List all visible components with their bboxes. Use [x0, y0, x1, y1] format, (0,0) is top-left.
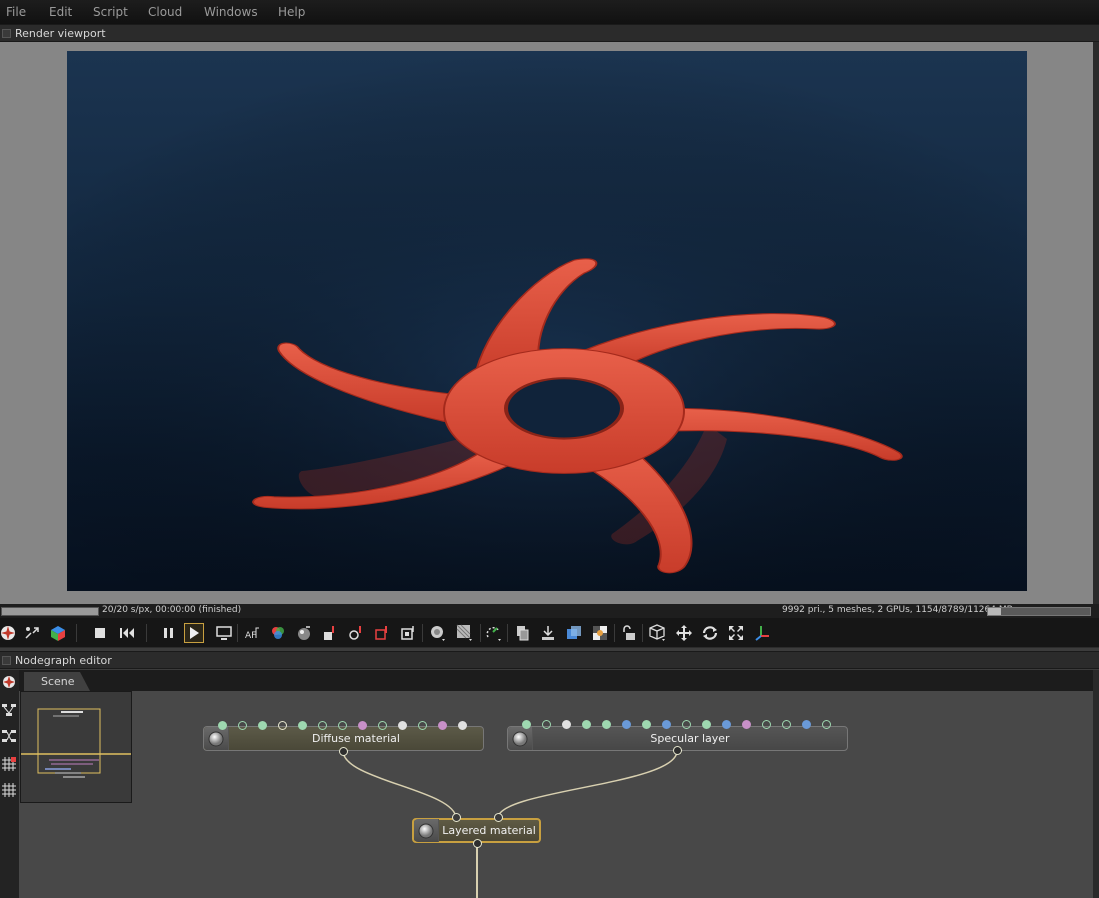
input-pin[interactable]	[562, 720, 571, 729]
input-pin[interactable]	[338, 721, 347, 730]
input-pin[interactable]	[238, 721, 247, 730]
input-pin[interactable]	[418, 721, 427, 730]
input-pin[interactable]	[682, 720, 691, 729]
output-pin[interactable]	[673, 746, 682, 755]
input-pin[interactable]	[458, 721, 467, 730]
input-pin[interactable]	[452, 813, 461, 822]
input-pin[interactable]	[662, 720, 671, 729]
material-sphere-icon	[414, 819, 439, 842]
input-pin[interactable]	[542, 720, 551, 729]
input-pin[interactable]	[742, 720, 751, 729]
input-pin[interactable]	[298, 721, 307, 730]
input-pin[interactable]	[494, 813, 503, 822]
input-pin[interactable]	[802, 720, 811, 729]
input-pin[interactable]	[822, 720, 831, 729]
input-pin[interactable]	[522, 720, 531, 729]
material-sphere-icon	[204, 727, 229, 750]
input-pin[interactable]	[602, 720, 611, 729]
input-pin[interactable]	[318, 721, 327, 730]
input-pin[interactable]	[378, 721, 387, 730]
input-pin[interactable]	[258, 721, 267, 730]
input-pin[interactable]	[702, 720, 711, 729]
input-pin[interactable]	[582, 720, 591, 729]
input-pin[interactable]	[438, 721, 447, 730]
input-pin[interactable]	[782, 720, 791, 729]
input-pin[interactable]	[358, 721, 367, 730]
node-connections	[342, 750, 678, 898]
node-label: Specular layer	[650, 732, 730, 745]
input-pin[interactable]	[722, 720, 731, 729]
node-label: Diffuse material	[312, 732, 400, 745]
output-pin[interactable]	[339, 747, 348, 756]
input-pin[interactable]	[218, 721, 227, 730]
input-pin[interactable]	[278, 721, 287, 730]
node-label: Layered material	[442, 824, 536, 837]
material-sphere-icon	[508, 727, 533, 750]
input-pin[interactable]	[642, 720, 651, 729]
input-pin[interactable]	[398, 721, 407, 730]
output-pin[interactable]	[473, 839, 482, 848]
input-pin[interactable]	[622, 720, 631, 729]
input-pin[interactable]	[762, 720, 771, 729]
